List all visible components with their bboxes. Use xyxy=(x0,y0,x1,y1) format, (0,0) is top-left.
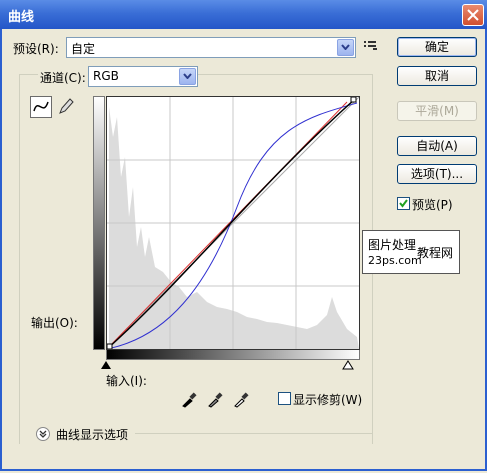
display-options-expander[interactable] xyxy=(36,427,50,441)
options-button[interactable]: 选项(T)... xyxy=(397,164,477,184)
black-eyedropper-button[interactable] xyxy=(180,390,200,410)
curve-tool-button[interactable] xyxy=(30,96,52,118)
input-label: 输入(I): xyxy=(106,374,147,388)
output-label: 输出(O): xyxy=(31,316,78,330)
curve-point[interactable] xyxy=(350,96,357,103)
pencil-tool-button[interactable] xyxy=(56,96,76,116)
watermark-text-3: 23ps.com xyxy=(368,254,422,267)
show-clipping-label: 显示修剪(W) xyxy=(293,393,363,407)
channel-value: RGB xyxy=(93,69,119,83)
preset-value: 自定 xyxy=(71,42,96,56)
gray-eyedropper-button[interactable] xyxy=(206,390,226,410)
channel-select[interactable]: RGB xyxy=(88,66,198,87)
preview-label: 预览(P) xyxy=(412,198,453,212)
window-title: 曲线 xyxy=(8,10,35,25)
histogram xyxy=(109,107,359,349)
ok-button[interactable]: 确定 xyxy=(397,37,477,57)
close-button[interactable] xyxy=(462,4,484,26)
preset-menu-button[interactable] xyxy=(362,38,382,58)
white-eyedropper-button[interactable] xyxy=(232,390,252,410)
close-icon xyxy=(467,9,479,21)
preset-select[interactable]: 自定 xyxy=(66,37,356,58)
group-border-left xyxy=(19,74,20,444)
gray-eyedropper-icon xyxy=(208,392,223,408)
group-border-bottom xyxy=(135,433,373,434)
expand-icon xyxy=(39,430,47,438)
curve-graph[interactable] xyxy=(106,96,360,350)
show-clipping-checkbox[interactable] xyxy=(278,392,291,405)
display-options-label: 曲线显示选项 xyxy=(56,428,129,442)
chevron-down-icon xyxy=(341,44,350,50)
white-eyedropper-icon xyxy=(234,392,249,408)
watermark-text-1: 图片处理 xyxy=(368,238,417,252)
title-bar: 曲线 xyxy=(0,0,487,29)
preset-dropdown-arrow[interactable] xyxy=(337,39,354,56)
channel-dropdown-arrow[interactable] xyxy=(179,68,196,85)
auto-button[interactable]: 自动(A) xyxy=(397,136,477,156)
pencil-icon xyxy=(59,98,74,114)
smooth-button[interactable]: 平滑(M) xyxy=(397,101,477,121)
menu-icon xyxy=(364,41,377,50)
cancel-button[interactable]: 取消 xyxy=(397,66,477,86)
channel-label: 通道(C): xyxy=(38,69,88,86)
chevron-down-icon xyxy=(183,73,192,79)
black-eyedropper-icon xyxy=(182,392,197,408)
watermark-text-2: 教程网 xyxy=(417,246,454,260)
black-point-slider[interactable] xyxy=(100,360,112,370)
preview-checkbox[interactable] xyxy=(397,197,410,210)
output-gradient-bar xyxy=(93,96,105,350)
watermark: 图片处理 教程网 23ps.com xyxy=(362,230,460,274)
curve-tool-icon xyxy=(33,101,49,112)
curve-point[interactable] xyxy=(106,343,113,350)
preset-label: 预设(R): xyxy=(13,42,59,56)
white-point-slider[interactable] xyxy=(342,360,354,370)
check-icon xyxy=(399,199,408,208)
